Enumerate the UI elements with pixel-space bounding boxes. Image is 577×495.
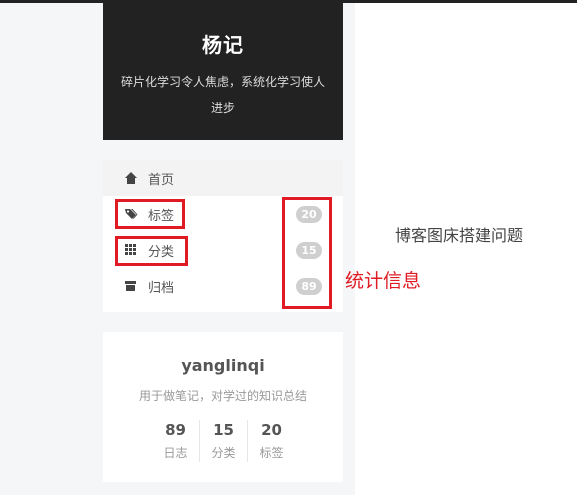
stat-label: 标签: [259, 446, 284, 460]
author-card: yanglinqi 用于做笔记，对学过的知识总结 89 日志 15 分类 20 …: [103, 332, 343, 482]
menu-item-label: 归档: [148, 280, 175, 296]
stat-categories[interactable]: 15 分类: [199, 420, 247, 462]
page: 杨记 碎片化学习令人焦虑，系统化学习使人进步 首页 标签 20 分类 15 归档…: [0, 0, 577, 495]
home-icon: [124, 171, 138, 185]
stat-number: 15: [213, 421, 234, 439]
annotation-box-tags: [115, 199, 185, 229]
site-title[interactable]: 杨记: [103, 29, 343, 58]
site-subtitle: 碎片化学习令人焦虑，系统化学习使人进步: [121, 75, 326, 115]
archive-icon: [124, 279, 138, 293]
site-stats: 89 日志 15 分类 20 标签: [152, 420, 295, 462]
author-description: 用于做笔记，对学过的知识总结: [138, 389, 307, 403]
stat-number: 20: [261, 421, 282, 439]
stat-label: 分类: [211, 446, 236, 460]
post-title[interactable]: 博客图床搭建问题: [395, 222, 523, 246]
menu-item-home[interactable]: 首页: [103, 160, 343, 196]
stat-number: 89: [165, 421, 186, 439]
stat-posts[interactable]: 89 日志: [152, 420, 199, 462]
content-panel: [355, 3, 577, 495]
author-name: yanglinqi: [181, 356, 265, 375]
site-brand: 杨记 碎片化学习令人焦虑，系统化学习使人进步: [103, 3, 343, 140]
annotation-label: 统计信息: [345, 270, 422, 292]
menu-item-label: 首页: [148, 172, 175, 188]
annotation-box-categories: [115, 236, 188, 266]
stat-label: 日志: [163, 446, 188, 460]
stat-tags[interactable]: 20 标签: [247, 420, 295, 462]
annotation-box-counts: [282, 197, 332, 309]
